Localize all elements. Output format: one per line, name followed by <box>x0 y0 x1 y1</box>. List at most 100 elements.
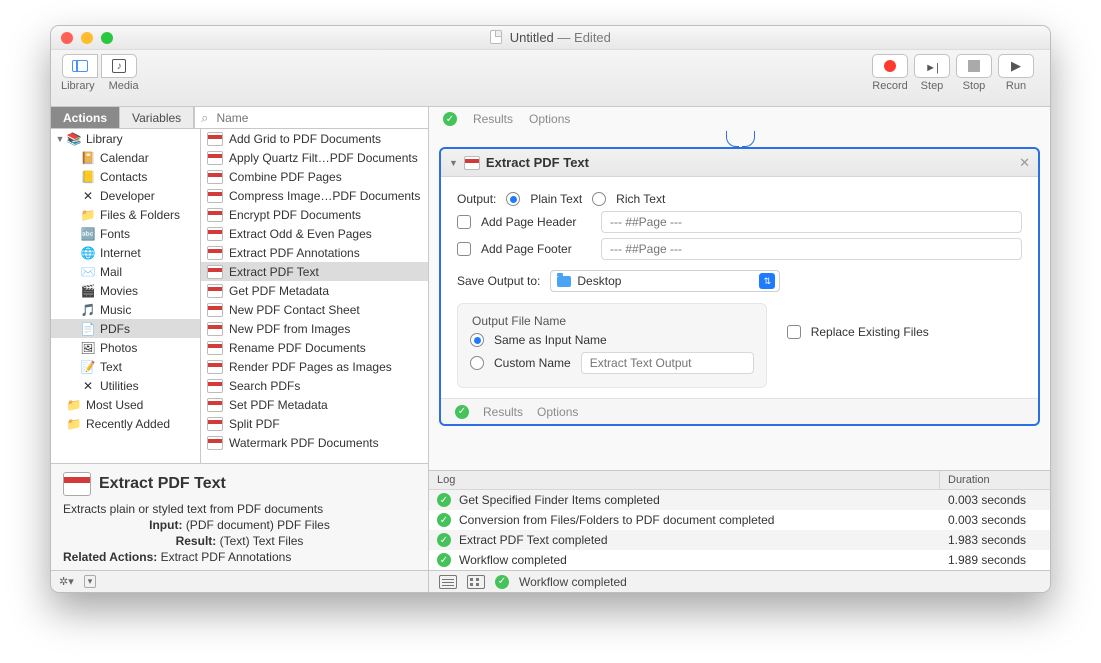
folder-icon <box>557 276 571 287</box>
gear-menu[interactable]: ✲▾ <box>59 575 74 588</box>
pdf-icon <box>207 132 223 146</box>
library-item[interactable]: 🎵Music <box>51 300 200 319</box>
library-item[interactable]: 📄PDFs <box>51 319 200 338</box>
check-icon <box>437 493 451 507</box>
remove-action-button[interactable]: ✕ <box>1019 155 1030 171</box>
check-icon <box>437 553 451 567</box>
action-item[interactable]: Extract Odd & Even Pages <box>201 224 428 243</box>
library-item[interactable]: 🔤Fonts <box>51 224 200 243</box>
tab-actions[interactable]: Actions <box>51 107 120 128</box>
block-view-toggle[interactable] <box>467 575 485 589</box>
library-item[interactable]: ✕Utilities <box>51 376 200 395</box>
rich-text-radio[interactable] <box>592 192 606 206</box>
actions-list[interactable]: Add Grid to PDF DocumentsApply Quartz Fi… <box>201 129 428 463</box>
action-item[interactable]: Encrypt PDF Documents <box>201 205 428 224</box>
add-footer-check[interactable] <box>457 242 471 256</box>
log-header: Log Duration <box>429 471 1050 490</box>
action-item[interactable]: Extract PDF Annotations <box>201 243 428 262</box>
action-item[interactable]: Rename PDF Documents <box>201 338 428 357</box>
library-row: ▼📚Library📔Calendar📒Contacts✕Developer📁Fi… <box>51 129 428 463</box>
results-tab-prev[interactable]: Results <box>473 112 513 126</box>
header-field[interactable] <box>601 211 1022 233</box>
library-item[interactable]: 📁Files & Folders <box>51 205 200 224</box>
replace-files-check[interactable] <box>787 325 801 339</box>
step-icon <box>925 59 939 74</box>
save-destination-select[interactable]: Desktop ⇅ <box>550 270 780 292</box>
library-media-group: Library Media <box>61 54 139 92</box>
disclosure-icon[interactable]: ▼ <box>449 158 458 168</box>
library-item[interactable]: 📁Recently Added <box>51 414 200 433</box>
log-row[interactable]: Conversion from Files/Folders to PDF doc… <box>429 510 1050 530</box>
media-icon <box>112 59 126 73</box>
action-item[interactable]: Add Grid to PDF Documents <box>201 129 428 148</box>
library-item[interactable]: ✕Developer <box>51 186 200 205</box>
same-name-radio[interactable] <box>470 333 484 347</box>
pdf-icon <box>207 170 223 184</box>
pdf-icon <box>207 322 223 336</box>
action-item[interactable]: Render PDF Pages as Images <box>201 357 428 376</box>
plain-text-radio[interactable] <box>506 192 520 206</box>
custom-name-radio[interactable] <box>470 356 484 370</box>
action-item[interactable]: Combine PDF Pages <box>201 167 428 186</box>
list-view-toggle[interactable] <box>439 575 457 589</box>
title-name: Untitled <box>510 30 554 45</box>
library-item[interactable]: 🌐Internet <box>51 243 200 262</box>
options-tab-prev[interactable]: Options <box>529 112 570 126</box>
media-label: Media <box>109 80 139 92</box>
log-row[interactable]: Get Specified Finder Items completed0.00… <box>429 490 1050 510</box>
action-item[interactable]: Get PDF Metadata <box>201 281 428 300</box>
log-body[interactable]: Get Specified Finder Items completed0.00… <box>429 490 1050 570</box>
library-item[interactable]: ✉️Mail <box>51 262 200 281</box>
action-item[interactable]: New PDF from Images <box>201 319 428 338</box>
pdf-icon <box>207 284 223 298</box>
pdf-icon <box>207 151 223 165</box>
step-button[interactable] <box>914 54 950 78</box>
save-to-label: Save Output to: <box>457 274 540 288</box>
library-icon <box>72 60 88 72</box>
pdf-icon <box>207 246 223 260</box>
check-icon <box>437 533 451 547</box>
record-icon <box>884 60 896 72</box>
description-title: Extract PDF Text <box>99 475 226 493</box>
action-item[interactable]: Extract PDF Text <box>201 262 428 281</box>
stop-button[interactable] <box>956 54 992 78</box>
media-toggle[interactable] <box>101 54 137 78</box>
left-pane: Actions Variables ▼📚Library📔Calendar📒Con… <box>51 107 429 592</box>
action-item[interactable]: New PDF Contact Sheet <box>201 300 428 319</box>
options-tab[interactable]: Options <box>537 405 578 419</box>
log-row[interactable]: Extract PDF Text completed1.983 seconds <box>429 530 1050 550</box>
library-item[interactable]: 📁Most Used <box>51 395 200 414</box>
tab-variables[interactable]: Variables <box>120 107 194 128</box>
card-header[interactable]: ▼ Extract PDF Text ✕ <box>441 149 1038 177</box>
action-item[interactable]: Watermark PDF Documents <box>201 433 428 452</box>
library-label: Library <box>61 80 95 92</box>
library-item[interactable]: 📒Contacts <box>51 167 200 186</box>
add-header-check[interactable] <box>457 215 471 229</box>
action-item[interactable]: Set PDF Metadata <box>201 395 428 414</box>
check-icon <box>437 513 451 527</box>
library-tree[interactable]: ▼📚Library📔Calendar📒Contacts✕Developer📁Fi… <box>51 129 201 463</box>
card-body: Output: Plain Text Rich Text Add Page He… <box>441 177 1038 398</box>
action-item[interactable]: Compress Image…PDF Documents <box>201 186 428 205</box>
footer-field[interactable] <box>601 238 1022 260</box>
card-title: Extract PDF Text <box>486 155 589 170</box>
library-item[interactable]: 📔Calendar <box>51 148 200 167</box>
library-item[interactable]: 🎬Movies <box>51 281 200 300</box>
pdf-icon <box>207 379 223 393</box>
window: Untitled — Edited Library Media Record S… <box>50 25 1051 593</box>
library-item[interactable]: 📝Text <box>51 357 200 376</box>
action-item[interactable]: Search PDFs <box>201 376 428 395</box>
record-button[interactable] <box>872 54 908 78</box>
action-item[interactable]: Split PDF <box>201 414 428 433</box>
library-toggle[interactable] <box>62 54 98 78</box>
custom-name-field[interactable] <box>581 352 754 374</box>
search-input[interactable] <box>210 111 428 125</box>
run-button[interactable] <box>998 54 1034 78</box>
library-item[interactable]: 🖼Photos <box>51 338 200 357</box>
toggle-description[interactable]: ▾ <box>84 575 97 588</box>
results-tab[interactable]: Results <box>483 405 523 419</box>
library-item[interactable]: ▼📚Library <box>51 129 200 148</box>
pdf-action-icon <box>464 156 480 170</box>
log-row[interactable]: Workflow completed1.989 seconds <box>429 550 1050 570</box>
action-item[interactable]: Apply Quartz Filt…PDF Documents <box>201 148 428 167</box>
